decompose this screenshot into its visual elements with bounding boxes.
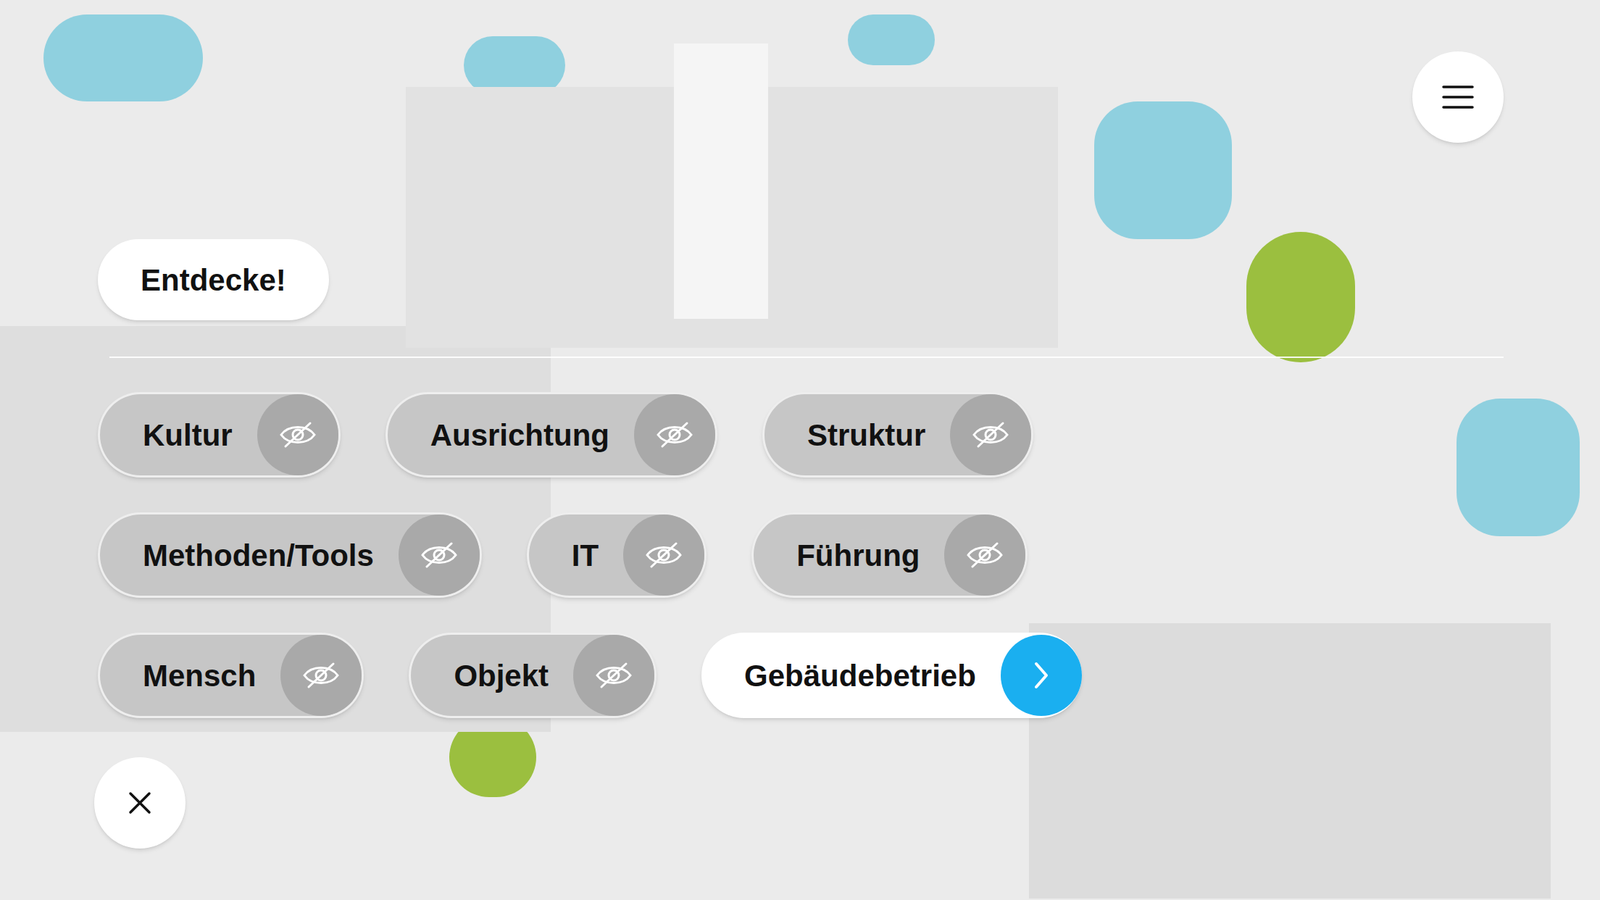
divider: [109, 356, 1504, 358]
visibility-toggle[interactable]: [573, 634, 655, 716]
category-label: Mensch: [142, 652, 256, 699]
eye-slash-icon: [644, 540, 684, 570]
category-label: Kultur: [142, 412, 233, 458]
eye-slash-icon: [419, 540, 459, 570]
eye-slash-icon: [301, 660, 341, 690]
category-label: Ausrichtung: [430, 412, 610, 458]
visibility-toggle[interactable]: [950, 394, 1032, 476]
hamburger-icon: [1442, 84, 1474, 111]
category-label: Gebäudebetrieb: [744, 652, 977, 699]
eye-slash-icon: [965, 540, 1005, 570]
category-toggle[interactable]: Methoden/Tools: [97, 512, 482, 598]
discover-panel: Entdecke! Kultur Ausrichtung Struktur Metho…: [97, 239, 1493, 719]
category-label: Objekt: [453, 652, 549, 699]
chevron-right-icon: [1031, 660, 1052, 691]
category-toggle[interactable]: Führung: [751, 512, 1028, 598]
visibility-toggle[interactable]: [257, 394, 339, 476]
close-button[interactable]: [94, 757, 186, 849]
category-toggle[interactable]: Struktur: [762, 392, 1034, 478]
category-label: Führung: [796, 532, 920, 579]
visibility-toggle[interactable]: [944, 514, 1026, 596]
open-button[interactable]: [1000, 634, 1082, 716]
category-label: Methoden/Tools: [142, 532, 374, 579]
visibility-toggle[interactable]: [280, 634, 362, 716]
page: Entdecke! Kultur Ausrichtung Struktur Metho…: [0, 0, 1600, 900]
category-link[interactable]: Gebäudebetrieb: [701, 632, 1082, 719]
eye-slash-icon: [971, 420, 1011, 450]
discover-label: Entdecke!: [140, 257, 287, 303]
category-label: Struktur: [807, 412, 926, 458]
visibility-toggle[interactable]: [398, 514, 480, 596]
category-toggle[interactable]: Objekt: [408, 632, 657, 719]
discover-button[interactable]: Entdecke!: [97, 239, 329, 321]
close-icon: [127, 790, 153, 816]
category-toggle[interactable]: Kultur: [97, 392, 341, 478]
category-toggle[interactable]: IT: [526, 512, 707, 598]
category-label: IT: [571, 532, 599, 579]
category-toggle[interactable]: Mensch: [97, 632, 364, 719]
eye-slash-icon: [655, 420, 695, 450]
visibility-toggle[interactable]: [623, 514, 705, 596]
menu-button[interactable]: [1412, 51, 1504, 143]
eye-slash-icon: [278, 420, 318, 450]
eye-slash-icon: [594, 660, 634, 690]
visibility-toggle[interactable]: [634, 394, 716, 476]
category-toggle[interactable]: Ausrichtung: [385, 392, 718, 478]
